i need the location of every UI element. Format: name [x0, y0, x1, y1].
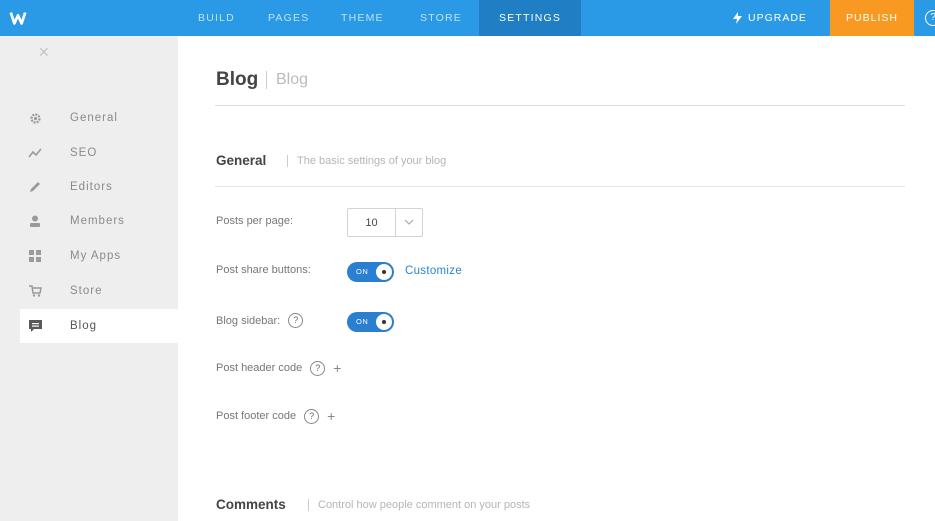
toggle-on-label: ON: [356, 267, 369, 276]
sidebar-item-label: Editors: [70, 181, 113, 193]
add-footer-code-button[interactable]: +: [327, 408, 335, 424]
pencil-icon: [20, 181, 50, 193]
post-header-code-label: Post header code: [216, 362, 303, 374]
lightning-icon: [733, 12, 742, 24]
posts-per-page-value: 10: [365, 216, 378, 229]
top-navigation-bar: BUILD PAGES THEME STORE SETTINGS UPGRADE…: [0, 0, 935, 36]
sidebar-item-general[interactable]: General: [20, 101, 178, 135]
sidebar-item-label: Members: [70, 215, 125, 227]
toggle-on-label: ON: [356, 317, 369, 326]
sidebar-item-my-apps[interactable]: My Apps: [20, 239, 178, 273]
chevron-down-icon: [396, 217, 422, 228]
sidebar-item-label: Store: [70, 285, 103, 297]
comments-section-title: Comments: [216, 497, 286, 512]
help-icon[interactable]: ?: [310, 360, 326, 376]
cart-icon: [20, 285, 50, 297]
publish-button[interactable]: PUBLISH: [830, 0, 914, 36]
help-icon[interactable]: ?: [288, 313, 304, 328]
apps-grid-icon: [20, 250, 50, 262]
sidebar-item-store[interactable]: Store: [20, 274, 178, 308]
page-title: Blog: [216, 69, 259, 90]
customize-link[interactable]: Customize: [405, 265, 462, 277]
help-icon: ?: [925, 10, 935, 26]
close-icon[interactable]: ✕: [38, 44, 50, 61]
blog-sidebar-row: Blog sidebar: ?: [216, 313, 304, 328]
sidebar-item-label: SEO: [70, 147, 98, 159]
help-button[interactable]: ?: [914, 0, 935, 36]
gear-icon: [20, 112, 50, 125]
comments-section-desc: Control how people comment on your posts: [308, 499, 530, 511]
posts-per-page-select[interactable]: 10: [347, 208, 423, 237]
sidebar-item-label: Blog: [70, 320, 98, 332]
person-icon: [20, 215, 50, 227]
post-footer-code-label: Post footer code: [216, 410, 297, 422]
nav-pages[interactable]: PAGES: [268, 0, 309, 36]
general-section-title: General: [216, 153, 267, 168]
settings-sidebar: ✕ General SEO Editors Members My Apps St: [0, 36, 178, 521]
chat-icon: [20, 319, 50, 333]
sidebar-item-editors[interactable]: Editors: [20, 170, 178, 204]
blog-sidebar-toggle[interactable]: ON: [347, 312, 394, 332]
nav-store[interactable]: STORE: [420, 0, 462, 36]
general-section-desc: The basic settings of your blog: [287, 155, 446, 167]
settings-content: Blog Blog General The basic settings of …: [178, 36, 935, 521]
toggle-knob: [376, 264, 392, 280]
post-header-code-row: Post header code ? +: [216, 360, 341, 376]
sidebar-item-label: My Apps: [70, 250, 122, 262]
help-icon[interactable]: ?: [304, 408, 320, 424]
toggle-knob: [376, 314, 392, 330]
sidebar-item-blog[interactable]: Blog: [20, 309, 178, 343]
upgrade-button[interactable]: UPGRADE: [733, 0, 807, 36]
blog-sidebar-label: Blog sidebar:: [216, 314, 281, 327]
trend-icon: [20, 148, 50, 158]
sidebar-item-members[interactable]: Members: [20, 204, 178, 238]
posts-per-page-label: Posts per page:: [216, 215, 294, 227]
page-subtitle: Blog: [266, 71, 308, 89]
share-buttons-toggle[interactable]: ON: [347, 262, 394, 282]
share-buttons-label: Post share buttons:: [216, 264, 311, 276]
sidebar-item-label: General: [70, 112, 118, 124]
section-divider: [215, 186, 905, 187]
upgrade-label: UPGRADE: [748, 12, 807, 24]
nav-settings[interactable]: SETTINGS: [479, 0, 582, 36]
nav-build[interactable]: BUILD: [198, 0, 235, 36]
nav-theme[interactable]: THEME: [341, 0, 384, 36]
weebly-logo-icon[interactable]: [0, 0, 36, 36]
post-footer-code-row: Post footer code ? +: [216, 408, 335, 424]
sidebar-item-seo[interactable]: SEO: [20, 136, 178, 170]
title-divider: [215, 105, 905, 106]
add-header-code-button[interactable]: +: [333, 360, 341, 376]
